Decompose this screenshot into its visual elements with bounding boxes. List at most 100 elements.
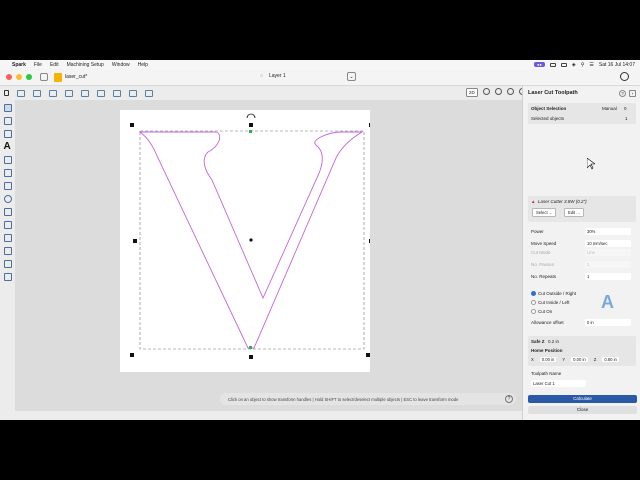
handle-top-center[interactable] xyxy=(249,123,253,127)
handle-bottom-right[interactable] xyxy=(366,353,370,357)
notes-tool-icon[interactable] xyxy=(3,273,12,281)
node-edit-icon[interactable] xyxy=(33,89,41,97)
menu-file[interactable]: File xyxy=(34,62,42,68)
sidebar-toggle-icon[interactable] xyxy=(40,73,48,81)
node-tool-icon[interactable] xyxy=(3,117,12,125)
control-center-icon[interactable]: ☰ xyxy=(589,62,593,68)
center-point[interactable] xyxy=(249,238,253,242)
param-input[interactable]: 1 xyxy=(585,261,631,268)
panel-collapse-icon[interactable]: › xyxy=(629,90,636,97)
layers-icon[interactable] xyxy=(145,89,153,97)
param-input[interactable]: Line xyxy=(585,249,631,256)
search-icon[interactable]: ⚲ xyxy=(581,62,585,68)
close-window-button[interactable] xyxy=(6,74,12,80)
battery-icon[interactable] xyxy=(560,62,567,67)
home-x-input[interactable]: 0.00 in xyxy=(539,357,557,362)
home-y-input[interactable]: 0.00 in xyxy=(571,357,588,362)
letter-v-vector[interactable] xyxy=(120,110,373,372)
group-icon[interactable] xyxy=(81,89,89,97)
measure-tool-icon[interactable] xyxy=(3,169,12,177)
offset-tool-icon[interactable] xyxy=(3,182,12,190)
safe-z-value[interactable]: 0.2 in xyxy=(548,339,559,344)
menu-window[interactable]: Window xyxy=(112,62,130,68)
panel-help-icon[interactable]: ? xyxy=(619,90,626,97)
status-badge[interactable]: ●● xyxy=(534,62,545,67)
select-tool-icon[interactable] xyxy=(3,104,12,112)
close-button[interactable]: Close xyxy=(528,406,637,414)
cut-side-radio[interactable]: Cut On xyxy=(531,309,552,314)
view-2d-button[interactable]: 2D xyxy=(466,88,478,97)
radio-dot-icon[interactable] xyxy=(531,300,536,305)
zoom-out-icon[interactable] xyxy=(494,88,502,95)
trim-tool-icon[interactable] xyxy=(3,247,12,255)
layer-icon: ◌ xyxy=(260,73,263,79)
cut-side-radio[interactable]: Cut Outside / Right xyxy=(531,291,576,296)
chevron-down-icon[interactable]: ⌄ xyxy=(347,72,356,81)
document-name[interactable]: laser_cut* xyxy=(65,74,87,80)
help-icon[interactable]: ? xyxy=(505,395,513,403)
zoom-fit-icon[interactable] xyxy=(506,88,514,95)
anchor-bottom[interactable] xyxy=(249,346,252,349)
menu-edit[interactable]: Edit xyxy=(50,62,59,68)
panel-toggle-icon[interactable] xyxy=(4,90,9,96)
display-icon[interactable] xyxy=(549,62,556,67)
toolpath-name-input[interactable]: Laser Cut 1 xyxy=(531,380,586,387)
radio-dot-icon[interactable] xyxy=(531,309,536,314)
mouse-pointer-icon xyxy=(587,158,595,170)
polygon-tool-icon[interactable] xyxy=(3,130,12,138)
laser-icon: ▲ xyxy=(531,199,536,204)
position-section: Safe Z 0.2 in Home Position X 0.00 in Y … xyxy=(528,336,636,366)
menu-app-name[interactable]: Spark xyxy=(12,62,26,68)
minimize-window-button[interactable] xyxy=(16,74,22,80)
zoom-window-button[interactable] xyxy=(26,74,32,80)
handle-left-center[interactable] xyxy=(133,239,137,243)
home-x-label: X xyxy=(531,357,534,362)
boolean-tool-icon[interactable] xyxy=(3,260,12,268)
handle-top-left[interactable] xyxy=(130,123,134,127)
zoom-in-icon[interactable] xyxy=(482,88,490,95)
fill-tool-icon[interactable] xyxy=(3,156,12,164)
home-z-label: Z xyxy=(593,357,597,362)
edit-tool-button[interactable]: Edit ... xyxy=(564,208,584,217)
wifi-icon[interactable]: ◈ xyxy=(572,62,576,68)
user-account-icon[interactable] xyxy=(620,72,629,81)
handle-top-right[interactable] xyxy=(369,123,373,127)
transform-icon[interactable] xyxy=(49,89,57,97)
param-label: Power xyxy=(531,229,544,234)
material-sheet[interactable] xyxy=(120,110,373,372)
line-tool-icon[interactable] xyxy=(3,221,12,229)
design-canvas[interactable]: Click on an object to show transform han… xyxy=(15,100,522,411)
curve-icon[interactable] xyxy=(65,89,73,97)
weld-icon[interactable] xyxy=(129,89,137,97)
handle-bottom-center[interactable] xyxy=(249,355,253,359)
anchor-top[interactable] xyxy=(249,130,252,133)
rotate-handle-icon[interactable] xyxy=(246,113,256,119)
material-icon[interactable] xyxy=(17,89,25,97)
selection-mode[interactable]: Manual xyxy=(602,106,617,111)
handle-bottom-left[interactable] xyxy=(130,353,134,357)
weld-tool-icon[interactable] xyxy=(3,234,12,242)
param-input[interactable]: 1 xyxy=(585,273,631,280)
handle-right-center[interactable] xyxy=(369,239,373,243)
view-controls: 2D xyxy=(466,88,526,97)
rectangle-tool-icon[interactable] xyxy=(3,208,12,216)
select-tool-button[interactable]: Select ... xyxy=(532,208,557,217)
param-input[interactable]: 10 mm/sec xyxy=(585,240,631,247)
toolpath-name-label: Toolpath Name xyxy=(531,371,562,376)
radio-dot-icon[interactable] xyxy=(531,291,536,296)
param-input[interactable]: 30% xyxy=(585,228,631,235)
menubar-clock[interactable]: Sat 16 Jul 14:07 xyxy=(599,62,635,68)
toolbar: 2D xyxy=(0,86,526,100)
cut-side-radio[interactable]: Cut Inside / Left xyxy=(531,300,570,305)
ellipse-tool-icon[interactable] xyxy=(3,195,12,203)
layer-selector[interactable]: ◌ Layer 1 xyxy=(260,73,286,79)
offset-icon[interactable] xyxy=(113,89,121,97)
home-z-input[interactable]: 0.80 in xyxy=(602,357,619,362)
menu-machining-setup[interactable]: Machining Setup xyxy=(67,62,104,68)
text-tool-icon[interactable]: A xyxy=(4,142,12,152)
menu-help[interactable]: Help xyxy=(138,62,148,68)
align-icon[interactable] xyxy=(97,89,105,97)
calculate-button[interactable]: Calculate xyxy=(528,395,637,403)
allowance-input[interactable]: 0 in xyxy=(585,319,631,326)
param-label: No. Repeats xyxy=(531,274,557,279)
